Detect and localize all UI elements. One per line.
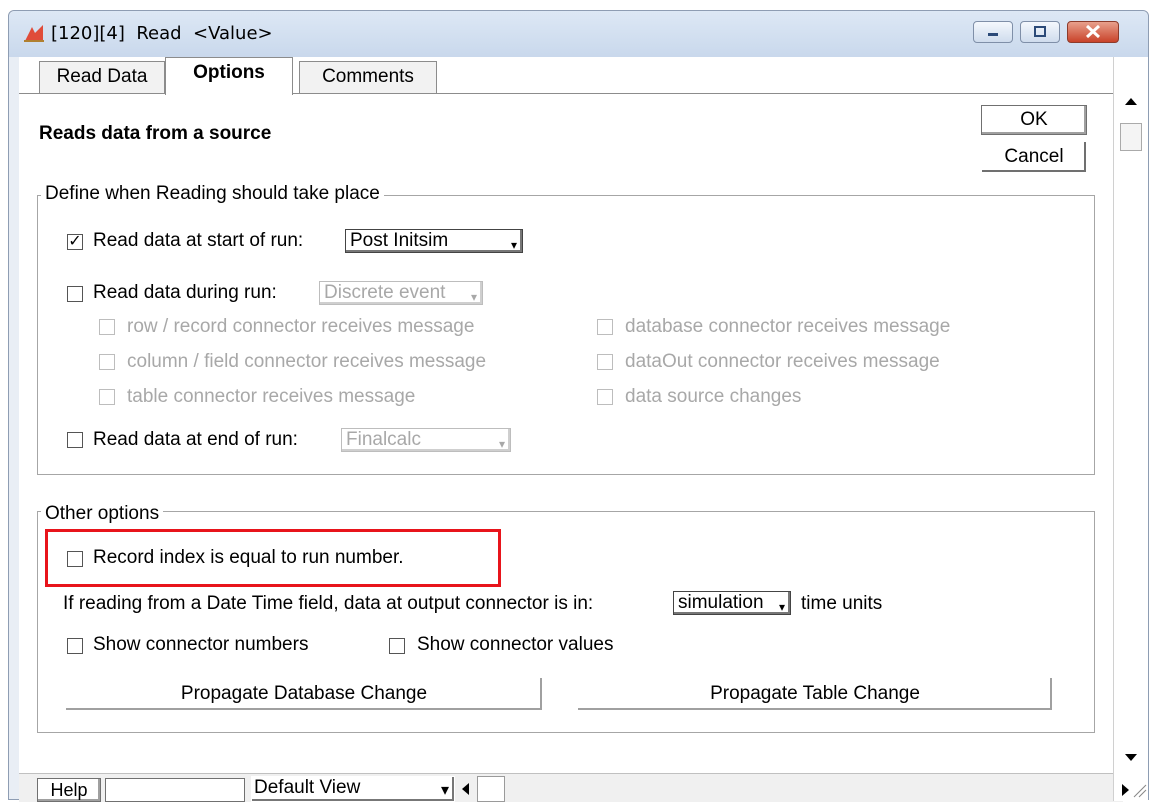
tab-options[interactable]: Options: [165, 57, 293, 95]
column-field-checkbox[interactable]: [99, 354, 115, 370]
show-values-checkbox[interactable]: [389, 638, 405, 654]
help-button[interactable]: Help: [37, 778, 101, 802]
end-run-dropdown[interactable]: Finalcalc ▾: [341, 428, 511, 452]
dropdown-value: Default View: [254, 777, 361, 798]
chevron-down-icon: ▾: [440, 782, 449, 799]
chevron-down-icon: ▾: [498, 437, 505, 451]
app-icon: [24, 25, 44, 42]
dialog-description: Reads data from a source: [39, 123, 272, 144]
cancel-button[interactable]: Cancel: [981, 141, 1087, 173]
show-numbers-label: Show connector numbers: [93, 634, 309, 655]
row-record-label: row / record connector receives message: [127, 316, 475, 337]
datetime-prefix-label: If reading from a Date Time field, data …: [63, 593, 594, 614]
show-values-label: Show connector values: [417, 634, 614, 655]
during-run-dropdown[interactable]: Discrete event ▾: [319, 281, 483, 305]
close-icon: [1085, 24, 1101, 39]
vertical-scroll-thumb[interactable]: [1120, 123, 1142, 151]
during-run-checkbox[interactable]: [67, 286, 83, 302]
chevron-down-icon: ▾: [778, 600, 785, 614]
dropdown-value: simulation: [678, 592, 764, 613]
tab-label: Read Data: [56, 66, 148, 87]
reading-group-legend: Define when Reading should take place: [41, 183, 384, 205]
scroll-right-icon[interactable]: [1118, 781, 1132, 799]
chevron-down-icon: ▾: [470, 290, 477, 304]
dropdown-value: Post Initsim: [350, 230, 449, 251]
data-source-changes-label: data source changes: [625, 386, 802, 407]
propagate-table-button[interactable]: Propagate Table Change: [577, 677, 1053, 711]
tab-label: Comments: [322, 66, 414, 87]
title-bar[interactable]: [120][4] Read <Value>: [9, 11, 1148, 57]
data-source-changes-checkbox[interactable]: [597, 389, 613, 405]
start-run-label: Read data at start of run:: [93, 230, 304, 251]
during-run-label: Read data during run:: [93, 282, 277, 303]
maximize-icon: [1034, 26, 1046, 37]
minimize-icon: [988, 33, 998, 36]
database-connector-checkbox[interactable]: [597, 319, 613, 335]
end-run-label: Read data at end of run:: [93, 429, 298, 450]
scroll-up-icon[interactable]: [1122, 95, 1140, 107]
record-index-checkbox[interactable]: [67, 551, 83, 567]
check-icon: ✓: [68, 233, 82, 250]
record-index-label: Record index is equal to run number.: [93, 547, 404, 568]
minimize-button[interactable]: [973, 21, 1013, 43]
time-units-dropdown[interactable]: simulation ▾: [673, 591, 791, 615]
column-field-label: column / field connector receives messag…: [127, 351, 487, 372]
scroll-down-icon[interactable]: [1122, 751, 1140, 763]
propagate-database-button[interactable]: Propagate Database Change: [65, 677, 543, 711]
end-run-checkbox[interactable]: [67, 432, 83, 448]
dialog-client: Read Data Options Comments Reads data fr…: [19, 57, 1123, 802]
dataout-connector-checkbox[interactable]: [597, 354, 613, 370]
tab-comments[interactable]: Comments: [299, 61, 437, 93]
dropdown-value: Discrete event: [324, 282, 446, 303]
status-bar: Help Default View ▾: [19, 773, 1123, 802]
table-connector-checkbox[interactable]: [99, 389, 115, 405]
database-connector-label: database connector receives message: [625, 316, 951, 337]
start-run-dropdown[interactable]: Post Initsim ▾: [345, 229, 523, 253]
dialog-window: [120][4] Read <Value> Read Data Options …: [8, 10, 1149, 802]
window-title: [120][4] Read <Value>: [51, 23, 273, 44]
tab-label: Options: [193, 62, 265, 83]
ok-button[interactable]: OK: [981, 105, 1087, 135]
tab-read-data[interactable]: Read Data: [39, 61, 165, 93]
row-record-checkbox[interactable]: [99, 319, 115, 335]
status-field: [105, 778, 245, 802]
maximize-button[interactable]: [1020, 21, 1060, 43]
resize-grip-icon[interactable]: [1132, 779, 1148, 799]
start-run-checkbox[interactable]: ✓: [67, 234, 83, 250]
close-button[interactable]: [1067, 21, 1119, 43]
scroll-left-icon[interactable]: [459, 780, 473, 798]
vertical-scrollbar[interactable]: [1113, 57, 1148, 801]
other-options-legend: Other options: [41, 503, 164, 525]
dropdown-value: Finalcalc: [346, 429, 421, 450]
horizontal-scroll-thumb[interactable]: [477, 776, 505, 802]
show-numbers-checkbox[interactable]: [67, 638, 83, 654]
time-units-label: time units: [801, 593, 883, 614]
dataout-connector-label: dataOut connector receives message: [625, 351, 940, 372]
view-dropdown[interactable]: Default View ▾: [251, 776, 455, 802]
table-connector-label: table connector receives message: [127, 386, 416, 407]
chevron-down-icon: ▾: [510, 238, 517, 252]
